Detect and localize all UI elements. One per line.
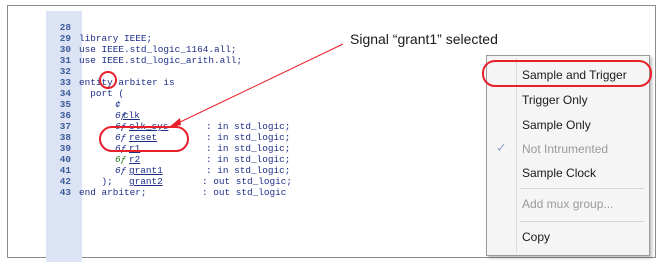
annotation-overlay	[99, 43, 652, 152]
annotation-arrow-line	[175, 43, 344, 125]
clk-highlight-circle	[99, 71, 117, 89]
sample-and-trigger-highlight	[482, 60, 652, 87]
grant1-highlight-ellipse	[99, 126, 189, 152]
